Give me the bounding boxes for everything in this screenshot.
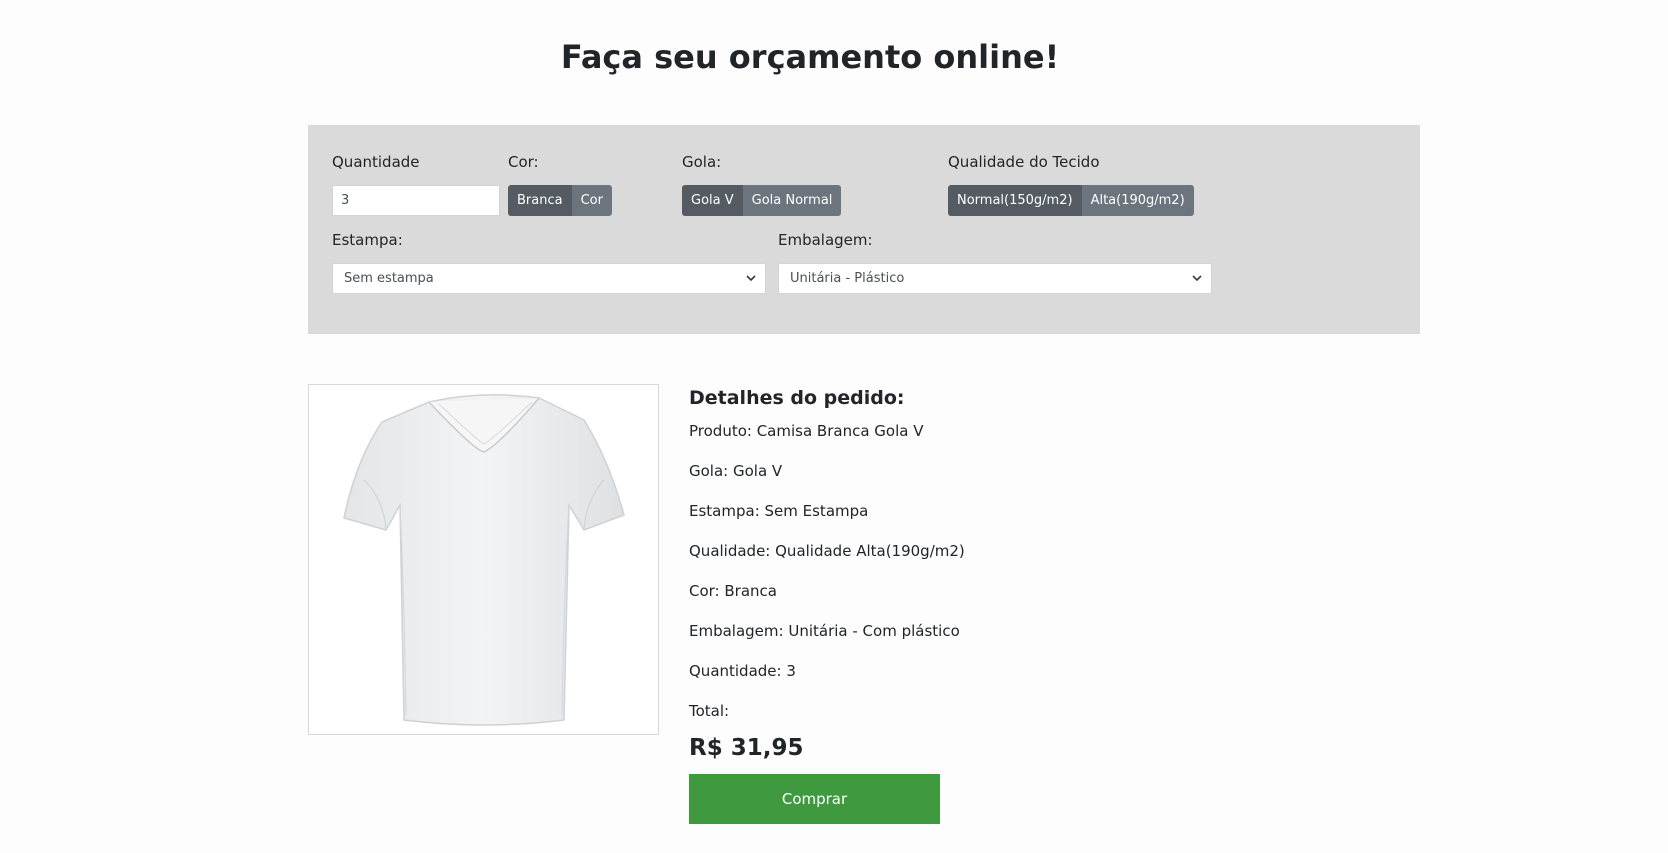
color-field: Cor: Branca Cor <box>508 152 612 216</box>
collar-toggle-group: Gola V Gola Normal <box>682 185 842 216</box>
color-option-branca[interactable]: Branca <box>508 185 572 216</box>
detail-collar: Gola: Gola V <box>689 462 783 480</box>
total-price: R$ 31,95 <box>689 735 804 761</box>
detail-color: Cor: Branca <box>689 582 777 600</box>
color-label: Cor: <box>508 153 539 171</box>
color-toggle-group: Branca Cor <box>508 185 612 216</box>
collar-option-normal[interactable]: Gola Normal <box>742 185 842 216</box>
detail-product: Produto: Camisa Branca Gola V <box>689 422 924 440</box>
packaging-label: Embalagem: <box>778 231 873 249</box>
page-title: Faça seu orçamento online! <box>560 38 1060 76</box>
buy-button[interactable]: Comprar <box>689 774 940 824</box>
detail-print: Estampa: Sem Estampa <box>689 502 869 520</box>
collar-label: Gola: <box>682 153 722 171</box>
print-select-value: Sem estampa <box>344 271 434 286</box>
fabric-field: Qualidade do Tecido Normal(150g/m2) Alta… <box>948 152 1194 216</box>
tshirt-icon <box>342 393 625 726</box>
packaging-select[interactable]: Unitária - Plástico <box>778 263 1212 294</box>
color-option-cor[interactable]: Cor <box>571 185 612 216</box>
fabric-label: Qualidade do Tecido <box>948 153 1100 171</box>
quantity-field: Quantidade <box>332 152 500 216</box>
chevron-down-icon <box>745 264 757 293</box>
quantity-label: Quantidade <box>332 153 420 171</box>
details-title: Detalhes do pedido: <box>689 387 905 409</box>
product-image <box>308 384 659 735</box>
print-label: Estampa: <box>332 231 403 249</box>
detail-quality: Qualidade: Qualidade Alta(190g/m2) <box>689 542 965 560</box>
order-details: Detalhes do pedido: Produto: Camisa Bran… <box>689 384 1089 824</box>
collar-option-v[interactable]: Gola V <box>682 185 743 216</box>
fabric-option-normal[interactable]: Normal(150g/m2) <box>948 185 1082 216</box>
quantity-input[interactable] <box>332 185 500 216</box>
packaging-select-value: Unitária - Plástico <box>790 271 905 286</box>
fabric-option-alta[interactable]: Alta(190g/m2) <box>1081 185 1194 216</box>
options-panel: Quantidade Cor: Branca Cor Gola: Gola V … <box>308 125 1420 334</box>
fabric-toggle-group: Normal(150g/m2) Alta(190g/m2) <box>948 185 1194 216</box>
chevron-down-icon <box>1191 264 1203 293</box>
detail-quantity: Quantidade: 3 <box>689 662 796 680</box>
detail-packaging: Embalagem: Unitária - Com plástico <box>689 622 960 640</box>
collar-field: Gola: Gola V Gola Normal <box>682 152 842 216</box>
packaging-field: Embalagem: Unitária - Plástico <box>778 230 1212 294</box>
print-select[interactable]: Sem estampa <box>332 263 766 294</box>
detail-total-label: Total: <box>689 702 730 720</box>
print-field: Estampa: Sem estampa <box>332 230 766 294</box>
